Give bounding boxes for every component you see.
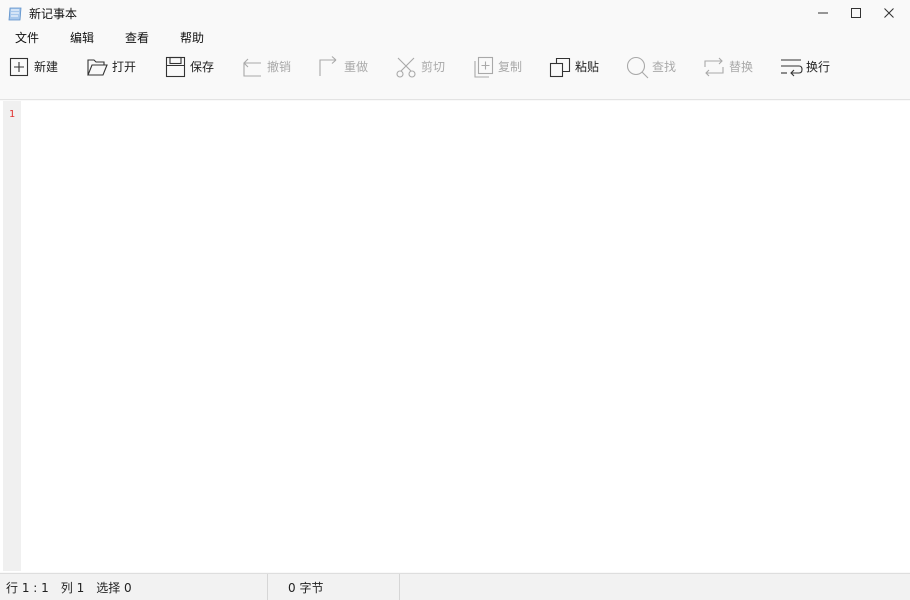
copy-button[interactable]: 复制 [471, 54, 522, 80]
paste-icon [549, 57, 571, 78]
editor-area: 1 [0, 101, 910, 572]
redo-icon [319, 56, 337, 76]
line-number: 1 [8, 109, 16, 120]
word-wrap-button[interactable]: 换行 [779, 54, 830, 80]
notepad-app-icon [7, 6, 23, 22]
menu-bar: 文件 编辑 查看 帮助 [0, 28, 910, 48]
close-icon [884, 8, 894, 18]
toolbar: 新建 打开 保存 撤销 重做 剪切 复制 粘贴 查找 替换 换行 [0, 48, 910, 100]
menu-help[interactable]: 帮助 [180, 30, 204, 46]
line-number-gutter: 1 [3, 101, 21, 571]
redo-button[interactable]: 重做 [317, 54, 368, 80]
scissors-icon [396, 57, 416, 78]
word-wrap-label: 换行 [806, 60, 831, 74]
replace-icon [704, 57, 724, 77]
status-col: 列 1 [60, 580, 85, 595]
paste-button[interactable]: 粘贴 [548, 54, 599, 80]
save-label: 保存 [190, 60, 215, 74]
byte-count-status: 0 字节 [288, 574, 323, 600]
status-divider [399, 574, 400, 600]
text-editor[interactable] [21, 101, 910, 571]
redo-label: 重做 [344, 60, 369, 74]
minimize-icon [818, 12, 828, 14]
undo-label: 撤销 [267, 60, 292, 74]
menu-edit[interactable]: 编辑 [70, 30, 94, 46]
new-label: 新建 [34, 60, 59, 74]
status-divider [267, 574, 268, 600]
open-button[interactable]: 打开 [85, 54, 136, 80]
cut-button[interactable]: 剪切 [394, 54, 445, 80]
maximize-icon [851, 8, 861, 18]
copy-icon [474, 56, 494, 78]
save-button[interactable]: 保存 [163, 54, 214, 80]
status-bytes: 0 字节 [288, 580, 324, 595]
cursor-position-status: 行 1 : 1 列 1 选择 0 [6, 574, 132, 600]
status-row: 行 1 : 1 [6, 580, 49, 595]
menu-file[interactable]: 文件 [15, 30, 39, 46]
notepad-window: 新记事本 文件 编辑 查看 帮助 新建 打开 保存 撤销 重做 剪切 复制 粘贴… [0, 0, 910, 600]
title-bar: 新记事本 [0, 0, 910, 28]
status-selection: 选择 0 [96, 580, 132, 595]
window-title: 新记事本 [29, 7, 78, 21]
menu-view[interactable]: 查看 [125, 30, 149, 46]
word-wrap-icon [781, 59, 803, 77]
open-label: 打开 [112, 60, 137, 74]
maximize-button[interactable] [839, 0, 873, 26]
folder-open-icon [87, 59, 108, 76]
undo-icon [243, 58, 261, 77]
find-label: 查找 [652, 60, 677, 74]
search-icon [626, 56, 649, 79]
status-bar: 行 1 : 1 列 1 选择 0 0 字节 [0, 573, 910, 600]
new-button[interactable]: 新建 [7, 54, 58, 80]
replace-label: 替换 [729, 60, 754, 74]
minimize-button[interactable] [806, 0, 840, 26]
replace-button[interactable]: 替换 [702, 54, 753, 80]
close-button[interactable] [872, 0, 906, 26]
find-button[interactable]: 查找 [625, 54, 676, 80]
save-icon [165, 56, 186, 78]
new-file-icon [9, 57, 29, 77]
undo-button[interactable]: 撤销 [240, 54, 291, 80]
paste-label: 粘贴 [575, 60, 600, 74]
cut-label: 剪切 [421, 60, 446, 74]
copy-label: 复制 [498, 60, 523, 74]
